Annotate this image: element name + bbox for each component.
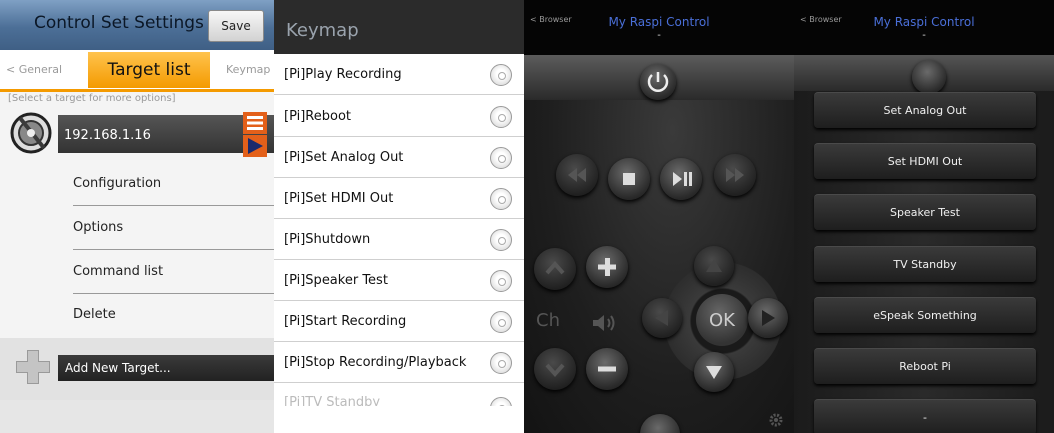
stop-icon	[623, 173, 635, 185]
channel-down-button[interactable]	[534, 348, 576, 390]
target-address: 192.168.1.16	[64, 128, 151, 143]
volume-up-button[interactable]	[586, 246, 628, 288]
sub-item-configuration[interactable]: Configuration	[0, 162, 274, 206]
list-footer	[274, 406, 524, 433]
sub-item-label: Delete	[73, 307, 116, 322]
command-button-set-analog-out[interactable]: Set Analog Out	[814, 92, 1036, 128]
keymap-item-label: [Pi]TV Standby	[284, 395, 381, 406]
list-menu-icon[interactable]	[243, 112, 267, 134]
channel-label: Ch	[536, 310, 560, 331]
keymap-title: Keymap	[286, 20, 359, 41]
command-button-tv-standby[interactable]: TV Standby	[814, 246, 1036, 282]
app-title: My Raspi Control	[608, 15, 710, 29]
gear-icon[interactable]	[768, 412, 784, 428]
dpad-up-button[interactable]	[694, 246, 734, 286]
remote-control-panel: < Browser My Raspi Control - Ch OK	[524, 0, 794, 433]
keymap-panel: Keymap [Pi]Play Recording [Pi]Reboot [Pi…	[274, 0, 524, 433]
keymap-item[interactable]: [Pi]Shutdown	[274, 219, 524, 260]
sub-item-label: Options	[73, 220, 124, 235]
command-button-reboot-pi[interactable]: Reboot Pi	[814, 348, 1036, 384]
triangle-left-icon	[655, 310, 668, 326]
keymap-item[interactable]: [Pi]Stop Recording/Playback	[274, 342, 524, 383]
radio-button[interactable]	[490, 147, 512, 169]
rewind-button[interactable]	[556, 154, 598, 196]
ok-button[interactable]: OK	[696, 294, 748, 346]
dpad-right-button[interactable]	[748, 298, 788, 338]
volume-icon	[593, 315, 615, 331]
tab-keymap[interactable]: Keymap >	[226, 63, 274, 76]
sub-item-command-list[interactable]: Command list	[0, 250, 274, 294]
play-pause-button[interactable]	[660, 158, 702, 200]
rewind-icon	[568, 168, 586, 182]
command-list-panel: < Browser My Raspi Control - Set Analog …	[794, 0, 1054, 433]
power-icon	[647, 72, 669, 92]
volume-down-button[interactable]	[586, 348, 628, 390]
keymap-item[interactable]: [Pi]Speaker Test	[274, 260, 524, 301]
keymap-item[interactable]: [Pi]Play Recording	[274, 54, 524, 95]
command-button-speaker-test[interactable]: Speaker Test	[814, 194, 1036, 230]
target-device-icon	[10, 112, 52, 154]
bottom-strip	[0, 400, 274, 433]
keymap-item-label: [Pi]Speaker Test	[284, 273, 388, 288]
add-plus-icon[interactable]	[14, 348, 52, 386]
keymap-item[interactable]: [Pi]Reboot	[274, 96, 524, 137]
command-button-espeak-something[interactable]: eSpeak Something	[814, 297, 1036, 333]
triangle-down-icon	[706, 366, 722, 379]
keymap-item[interactable]: [Pi]Start Recording	[274, 301, 524, 342]
radio-button[interactable]	[490, 106, 512, 128]
dpad-left-button[interactable]	[642, 298, 682, 338]
radio-button[interactable]	[490, 188, 512, 210]
add-target-button[interactable]: Add New Target...	[65, 361, 171, 375]
dpad-down-button[interactable]	[694, 352, 734, 392]
tab-strip: < General Target list Keymap >	[0, 50, 274, 90]
triangle-up-icon	[706, 259, 722, 272]
radio-button[interactable]	[490, 352, 512, 374]
keymap-item[interactable]: [Pi]Set Analog Out	[274, 137, 524, 178]
command-button-set-hdmi-out[interactable]: Set HDMI Out	[814, 143, 1036, 179]
save-button[interactable]: Save	[208, 10, 264, 42]
keymap-item[interactable]: [Pi]TV Standby	[274, 383, 524, 406]
target-row[interactable]: 192.168.1.16	[0, 108, 274, 160]
radio-button[interactable]	[490, 397, 512, 406]
keymap-item-label: [Pi]Set HDMI Out	[284, 191, 394, 206]
app-subtitle: -	[922, 30, 926, 41]
tab-general[interactable]: < General	[6, 63, 62, 76]
play-pause-icon	[673, 172, 692, 186]
channel-up-button[interactable]	[534, 248, 576, 290]
minus-icon	[598, 366, 616, 372]
fast-forward-icon	[726, 168, 744, 182]
keymap-item-label: [Pi]Shutdown	[284, 232, 371, 247]
sub-item-delete[interactable]: Delete	[0, 293, 274, 337]
fast-forward-button[interactable]	[714, 154, 756, 196]
top-round-button[interactable]	[912, 60, 946, 94]
power-button[interactable]	[640, 64, 676, 100]
keymap-item-label: [Pi]Set Analog Out	[284, 150, 404, 165]
tab-target-list[interactable]: Target list	[88, 52, 210, 88]
triangle-right-icon	[762, 310, 775, 326]
radio-button[interactable]	[490, 229, 512, 251]
keymap-item[interactable]: [Pi]Set HDMI Out	[274, 178, 524, 219]
tab-underline	[0, 89, 274, 92]
play-icon[interactable]	[243, 135, 267, 157]
keymap-item-label: [Pi]Play Recording	[284, 67, 402, 82]
plus-icon	[598, 258, 616, 276]
radio-button[interactable]	[490, 64, 512, 86]
chevron-down-icon	[545, 363, 565, 378]
app-title: My Raspi Control	[873, 15, 975, 29]
app-subtitle: -	[657, 30, 661, 41]
page-title: Control Set Settings	[34, 13, 204, 33]
chevron-up-icon	[545, 260, 565, 275]
keymap-item-label: [Pi]Reboot	[284, 109, 352, 124]
sub-item-options[interactable]: Options	[0, 206, 274, 250]
keymap-item-label: [Pi]Stop Recording/Playback	[284, 355, 467, 370]
hint-text: [Select a target for more options]	[8, 93, 176, 104]
stop-button[interactable]	[608, 158, 650, 200]
radio-button[interactable]	[490, 311, 512, 333]
control-set-settings-panel: Control Set Settings Save < General Targ…	[0, 0, 274, 433]
keymap-item-label: [Pi]Start Recording	[284, 314, 407, 329]
command-button-empty[interactable]: -	[814, 399, 1036, 433]
sub-item-label: Configuration	[73, 176, 162, 191]
radio-button[interactable]	[490, 270, 512, 292]
sub-item-label: Command list	[73, 264, 164, 279]
